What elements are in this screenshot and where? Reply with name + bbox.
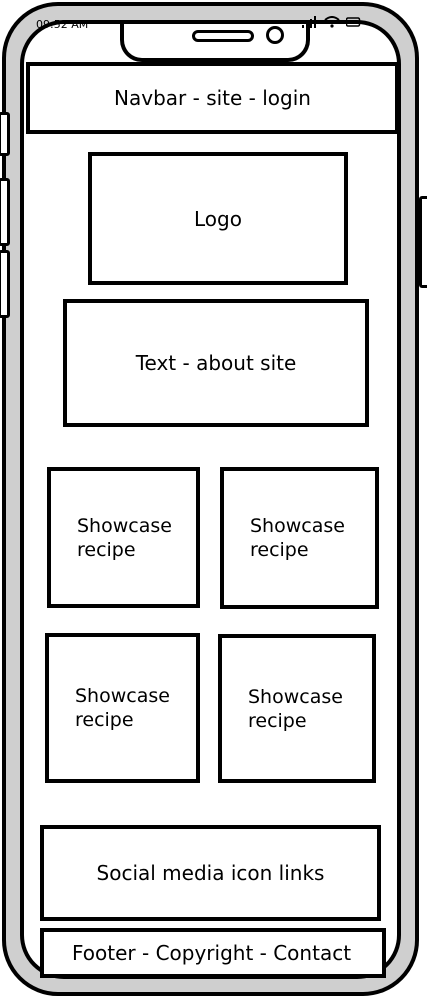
speaker-icon (192, 30, 254, 42)
footer[interactable]: Footer - Copyright - Contact (40, 928, 386, 978)
mute-switch (0, 112, 10, 156)
status-time: 09:52 AM (36, 18, 89, 31)
about-label: Text - about site (135, 351, 297, 375)
battery-icon (346, 17, 362, 27)
signal-icon (302, 16, 316, 28)
volume-up-button (0, 178, 10, 246)
showcase-recipe-card[interactable]: Showcase recipe (218, 634, 376, 783)
phone-notch (120, 24, 310, 62)
social-media-label: Social media icon links (96, 861, 325, 885)
showcase-recipe-label: Showcase recipe (77, 514, 172, 561)
social-media-links[interactable]: Social media icon links (40, 825, 381, 921)
navbar-label: Navbar - site - login (114, 86, 311, 110)
status-icons (302, 16, 362, 28)
showcase-recipe-card[interactable]: Showcase recipe (220, 467, 379, 609)
footer-label: Footer - Copyright - Contact (72, 941, 352, 965)
power-button (419, 196, 427, 288)
logo-label: Logo (194, 206, 242, 231)
showcase-recipe-card[interactable]: Showcase recipe (47, 467, 200, 608)
showcase-recipe-label: Showcase recipe (75, 685, 170, 731)
showcase-recipe-label: Showcase recipe (248, 685, 343, 732)
showcase-recipe-card[interactable]: Showcase recipe (45, 633, 200, 783)
volume-down-button (0, 250, 10, 318)
showcase-recipe-label: Showcase recipe (250, 515, 345, 561)
logo-placeholder: Logo (88, 152, 348, 285)
wifi-icon (324, 16, 340, 28)
camera-icon (266, 26, 284, 44)
about-text-block: Text - about site (63, 299, 369, 427)
navbar[interactable]: Navbar - site - login (26, 62, 399, 134)
